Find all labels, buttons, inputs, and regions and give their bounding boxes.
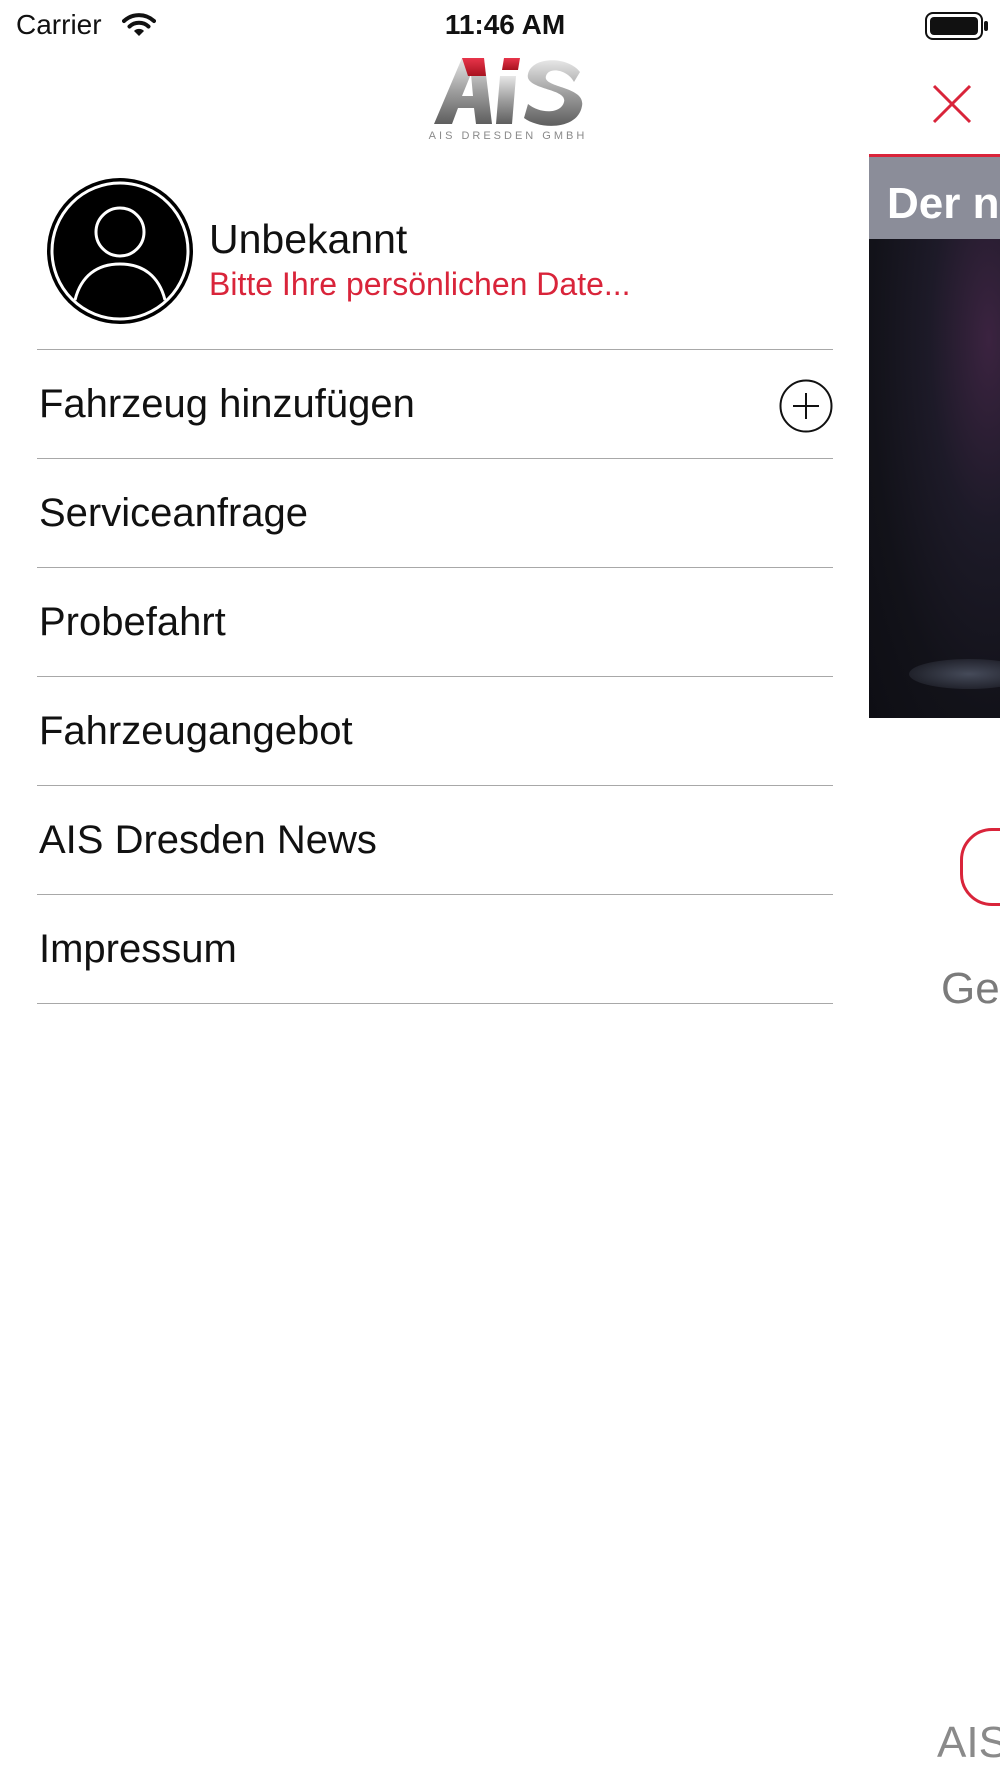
profile-subtitle: Bitte Ihre persönlichen Date...: [209, 266, 631, 302]
menu-item-label: Fahrzeug hinzufügen: [39, 382, 415, 426]
status-bar: Carrier 11:46 AM: [0, 0, 1000, 50]
news-banner[interactable]: Der n: [869, 154, 1000, 718]
close-icon: [932, 84, 972, 124]
avatar-icon: [47, 178, 193, 324]
menu-item-label: Serviceanfrage: [39, 491, 309, 535]
menu-item-label: Probefahrt: [39, 600, 226, 644]
menu-item-label: Fahrzeugangebot: [39, 709, 353, 753]
menu-item-label: AIS Dresden News: [39, 818, 377, 862]
menu-item-impressum[interactable]: Impressum: [37, 895, 833, 1004]
menu-item-fahrzeug-hinzufuegen[interactable]: Fahrzeug hinzufügen: [37, 350, 833, 459]
menu-item-probefahrt[interactable]: Probefahrt: [37, 568, 833, 677]
menu-item-fahrzeugangebot[interactable]: Fahrzeugangebot: [37, 677, 833, 786]
background-text: Ge: [941, 964, 1000, 1013]
banner-image: [869, 239, 1000, 718]
background-footer-text: AIS: [937, 1718, 1000, 1767]
profile-name: Unbekannt: [209, 216, 408, 262]
ais-logo: AIS DRESDEN GMBH: [428, 52, 588, 144]
side-menu: Fahrzeug hinzufügen Serviceanfrage Probe…: [37, 349, 833, 1004]
menu-item-ais-dresden-news[interactable]: AIS Dresden News: [37, 786, 833, 895]
clock: 11:46 AM: [444, 9, 566, 40]
battery-icon: [925, 12, 989, 45]
menu-item-label: Impressum: [39, 927, 237, 971]
background-red-button[interactable]: [960, 828, 1000, 906]
banner-title: Der n: [887, 179, 1000, 228]
plus-circle-icon[interactable]: [779, 379, 833, 433]
banner-title-bar: Der n: [869, 157, 1000, 239]
menu-item-serviceanfrage[interactable]: Serviceanfrage: [37, 459, 833, 568]
close-button[interactable]: [926, 78, 978, 130]
logo-subtitle: AIS DRESDEN GMBH: [428, 130, 588, 142]
profile-header[interactable]: Unbekannt Bitte Ihre persönlichen Date..…: [47, 178, 837, 324]
